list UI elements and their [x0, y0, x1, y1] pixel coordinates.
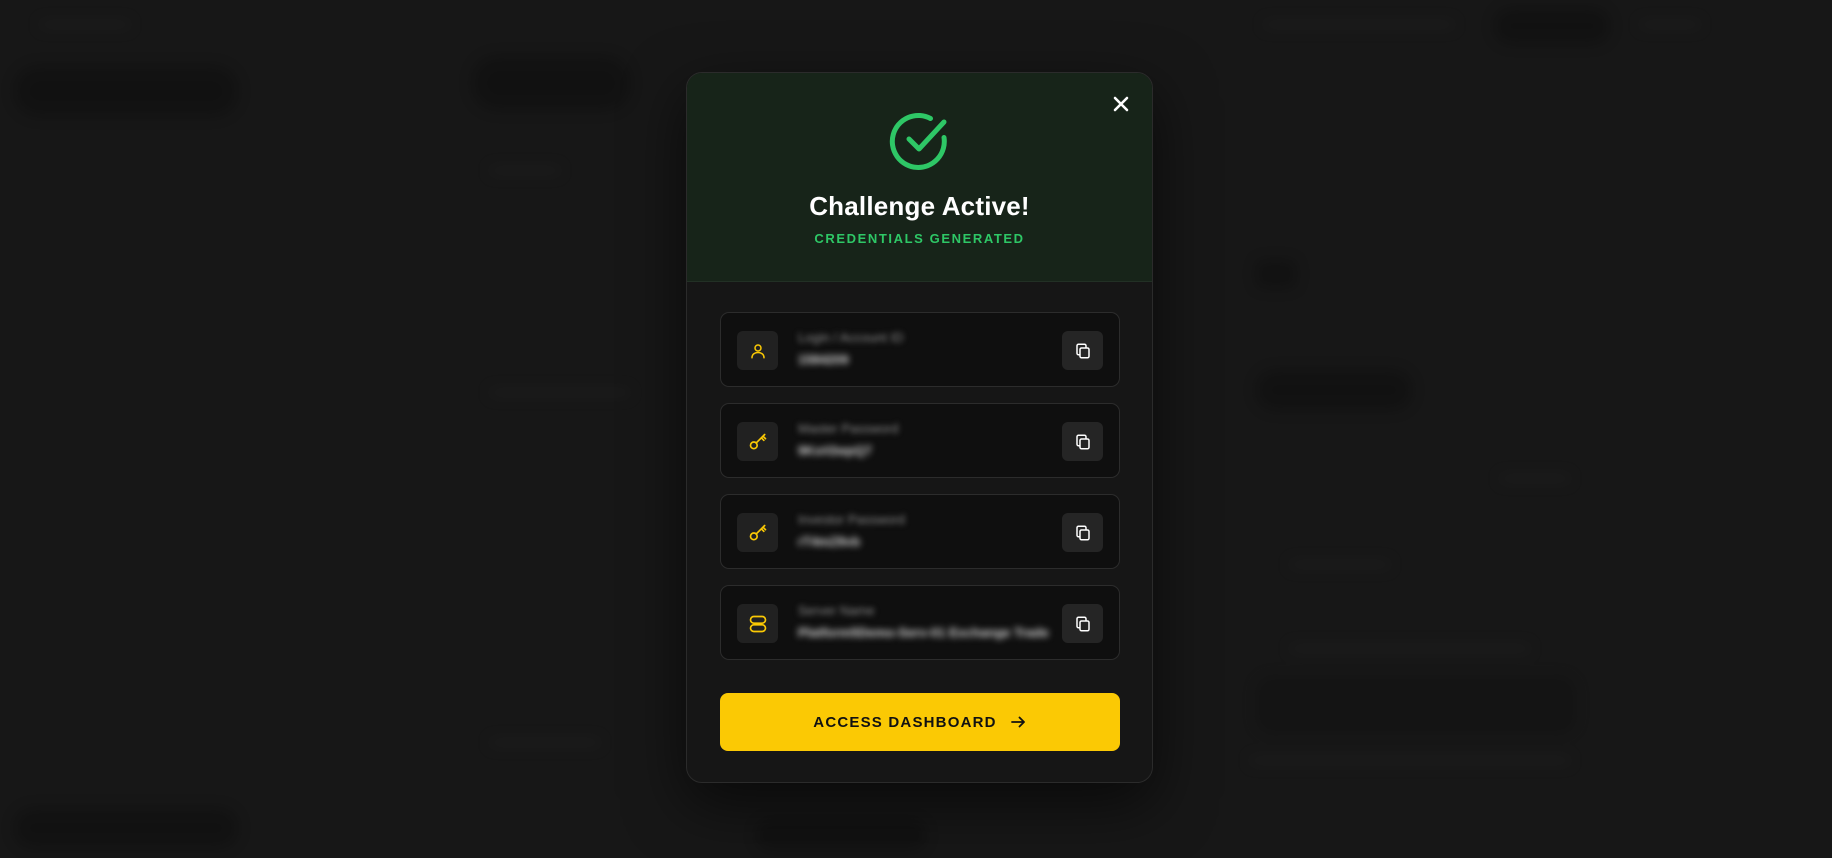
access-dashboard-label: ACCESS DASHBOARD	[813, 713, 997, 731]
credential-label: Server Name	[798, 603, 875, 618]
user-icon	[750, 343, 765, 358]
copy-button[interactable]	[1062, 513, 1103, 552]
close-button[interactable]	[1106, 89, 1136, 119]
credential-value: rT4mZ8vb	[798, 534, 861, 549]
modal-subtitle: CREDENTIALS GENERATED	[814, 231, 1025, 246]
copy-icon	[1075, 616, 1090, 631]
credential-card-investor-password: Investor Password rT4mZ8vb	[720, 494, 1120, 569]
check-circle-icon	[889, 112, 947, 170]
copy-icon	[1075, 434, 1090, 449]
server-icon	[749, 615, 766, 632]
key-icon	[749, 524, 766, 540]
key-icon	[749, 433, 766, 449]
credential-label: Master Password	[798, 421, 899, 436]
copy-icon	[1075, 343, 1090, 358]
credential-icon-box	[737, 513, 778, 552]
credential-card-server: Server Name Platform5Demo-Serv-01 Exchan…	[720, 585, 1120, 660]
credential-card-login: Login / Account ID 1584209	[720, 312, 1120, 387]
copy-button[interactable]	[1062, 604, 1103, 643]
credential-label: Login / Account ID	[798, 330, 904, 345]
copy-button[interactable]	[1062, 331, 1103, 370]
copy-button[interactable]	[1062, 422, 1103, 461]
close-icon	[1113, 96, 1129, 112]
credential-label: Investor Password	[798, 512, 905, 527]
credentials-modal: Challenge Active! CREDENTIALS GENERATED …	[686, 72, 1153, 783]
credential-value: Platform5Demo-Serv-01 Exchange Trade	[798, 625, 1049, 640]
credential-value: 9Kx#2wpQ7	[798, 443, 872, 458]
copy-icon	[1075, 525, 1090, 540]
credential-icon-box	[737, 331, 778, 370]
credential-icon-box	[737, 422, 778, 461]
credentials-list: Login / Account ID 1584209 Master Passwo…	[720, 312, 1120, 676]
arrow-right-icon	[1010, 716, 1025, 728]
modal-header: Challenge Active! CREDENTIALS GENERATED	[687, 73, 1152, 282]
access-dashboard-button[interactable]: ACCESS DASHBOARD	[720, 693, 1120, 751]
credential-icon-box	[737, 604, 778, 643]
credential-card-master-password: Master Password 9Kx#2wpQ7	[720, 403, 1120, 478]
modal-title: Challenge Active!	[809, 191, 1030, 221]
credential-value: 1584209	[798, 352, 849, 367]
